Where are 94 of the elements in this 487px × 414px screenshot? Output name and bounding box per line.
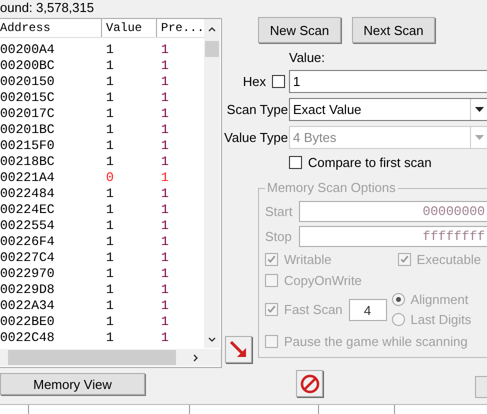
previous-value-cell-text: 1 bbox=[160, 218, 170, 234]
address-cell-text: 0020150 bbox=[0, 74, 56, 90]
prohibited-icon bbox=[300, 374, 320, 394]
column-header[interactable]: Value bbox=[102, 19, 157, 37]
pause-label: Pause the game while scanning bbox=[284, 334, 468, 349]
scroll-thumb[interactable] bbox=[205, 41, 219, 57]
writable-label: Writable bbox=[284, 252, 332, 266]
address-cell-text: 00221A4 bbox=[0, 170, 56, 186]
previous-value-cell-text: 1 bbox=[160, 154, 170, 170]
value-cell-text: 1 bbox=[105, 186, 115, 202]
value-cell-text: 1 bbox=[105, 298, 115, 314]
radio-label: Alignment bbox=[410, 292, 468, 307]
diagonal-arrow-icon bbox=[228, 340, 248, 360]
horizontal-scrollbar[interactable] bbox=[0, 349, 221, 366]
dropdown-arrow-icon bbox=[474, 107, 484, 112]
new-scan-button[interactable]: New Scan bbox=[258, 17, 341, 43]
previous-value-cell-text: 1 bbox=[160, 138, 170, 154]
scan-type-dropdown[interactable]: Exact Value bbox=[289, 98, 487, 121]
group-title: Memory Scan Options bbox=[265, 181, 398, 195]
address-cell-text: 00224EC bbox=[0, 202, 56, 218]
compare-checkbox[interactable] bbox=[289, 156, 302, 169]
column-header[interactable]: Address bbox=[0, 19, 102, 37]
previous-value-cell-text: 1 bbox=[160, 42, 170, 58]
address-cell-text: 00215F0 bbox=[0, 138, 56, 154]
scroll-up-icon[interactable] bbox=[207, 25, 217, 33]
value-cell-text: 1 bbox=[105, 74, 115, 90]
value-cell-text: 1 bbox=[105, 266, 115, 282]
radio-label: Last Digits bbox=[410, 312, 472, 327]
value-cell-text: 1 bbox=[105, 122, 115, 138]
previous-value-cell-text: 1 bbox=[160, 122, 170, 138]
value-cell-text: 1 bbox=[105, 154, 115, 170]
previous-value-cell-text: 1 bbox=[160, 250, 170, 266]
value-cell-text: 1 bbox=[105, 138, 115, 154]
value-cell-text: 1 bbox=[105, 330, 115, 346]
copy-on-write-label: CopyOnWrite bbox=[284, 272, 362, 288]
previous-value-cell-text: 1 bbox=[160, 170, 170, 186]
dropdown-arrow-icon bbox=[474, 135, 484, 140]
previous-value-cell-text: 1 bbox=[160, 330, 170, 346]
value-cell-text: 1 bbox=[105, 202, 115, 218]
previous-value-cell-text: 1 bbox=[160, 234, 170, 250]
previous-value-cell-text: 1 bbox=[160, 202, 170, 218]
value-cell-text: 1 bbox=[105, 282, 115, 298]
add-to-list-button[interactable] bbox=[225, 336, 252, 363]
found-count: ound: 3,578,315 bbox=[0, 0, 95, 17]
address-cell-text: 0022BE0 bbox=[0, 314, 56, 330]
hex-checkbox[interactable] bbox=[272, 75, 285, 88]
scroll-right-icon[interactable] bbox=[192, 352, 200, 362]
executable-label: Executable bbox=[416, 252, 481, 266]
previous-value-cell-text: 1 bbox=[160, 74, 170, 90]
previous-value-cell-text: 1 bbox=[160, 266, 170, 282]
address-cell-text: 00227C4 bbox=[0, 250, 56, 266]
address-cell-text: 0022C48 bbox=[0, 330, 56, 346]
address-cell-text: 0022554 bbox=[0, 218, 56, 234]
stop-button[interactable] bbox=[296, 370, 323, 397]
previous-value-cell-text: 1 bbox=[160, 58, 170, 74]
value-cell-text: 1 bbox=[105, 314, 115, 330]
address-cell-text: 0022970 bbox=[0, 266, 56, 282]
previous-value-cell-text: 1 bbox=[160, 106, 170, 122]
value-cell-text: 1 bbox=[105, 42, 115, 58]
previous-value-cell-text: 1 bbox=[160, 314, 170, 330]
value-cell-text: 0 bbox=[105, 170, 115, 186]
value-cell-text: 1 bbox=[105, 234, 115, 250]
value-type-label: Value Type bbox=[223, 130, 289, 145]
hex-label: Hex bbox=[242, 74, 266, 89]
vertical-scrollbar[interactable] bbox=[204, 19, 220, 348]
value-cell-text: 1 bbox=[105, 106, 115, 122]
address-cell-text: 00226F4 bbox=[0, 234, 56, 250]
compare-label: Compare to first scan bbox=[308, 155, 432, 170]
address-cell-text: 002017C bbox=[0, 106, 56, 122]
scan-type-label: Scan Type bbox=[226, 102, 289, 117]
memory-view-button[interactable]: Memory View bbox=[0, 373, 145, 395]
scroll-down-icon[interactable] bbox=[207, 336, 217, 344]
address-cell-text: 0022A34 bbox=[0, 298, 56, 314]
address-cell-text: 0022484 bbox=[0, 186, 56, 202]
address-cell-text: 00200BC bbox=[0, 58, 56, 74]
value-cell-text: 1 bbox=[105, 58, 115, 74]
value-cell-text: 1 bbox=[105, 90, 115, 106]
previous-value-cell-text: 1 bbox=[160, 186, 170, 202]
address-cell-text: 00200A4 bbox=[0, 42, 56, 58]
previous-value-cell-text: 1 bbox=[160, 282, 170, 298]
next-scan-button[interactable]: Next Scan bbox=[352, 17, 435, 43]
address-cell-text: 00201BC bbox=[0, 122, 56, 138]
address-cell-text: 00218BC bbox=[0, 154, 56, 170]
value-cell-text: 1 bbox=[105, 250, 115, 266]
stop-label: Stop bbox=[265, 229, 293, 244]
previous-value-cell-text: 1 bbox=[160, 298, 170, 314]
fast-scan-label: Fast Scan bbox=[284, 302, 343, 317]
value-label: Value: bbox=[289, 51, 326, 65]
value-input[interactable]: 1 bbox=[289, 70, 487, 93]
start-label: Start bbox=[265, 204, 294, 219]
previous-value-cell-text: 1 bbox=[160, 90, 170, 106]
value-cell-text: 1 bbox=[105, 218, 115, 234]
address-cell-text: 002015C bbox=[0, 90, 56, 106]
address-cell-text: 00229D8 bbox=[0, 282, 56, 298]
